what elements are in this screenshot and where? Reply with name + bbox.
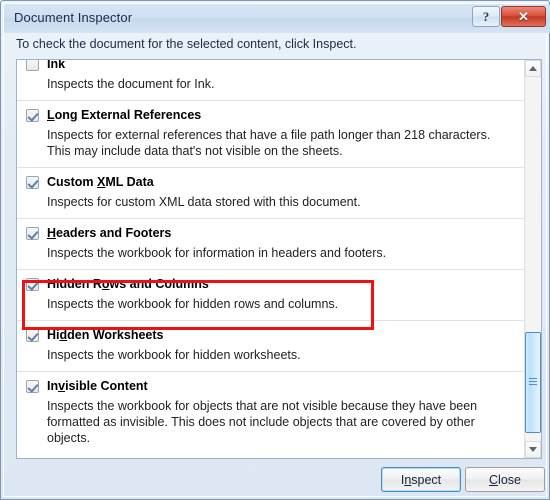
checkbox-hidden-worksheets[interactable] — [26, 329, 39, 342]
inspect-button[interactable]: In spect — [381, 467, 461, 492]
list-item-header: Hidden Rows and Columns — [26, 277, 515, 292]
close-icon[interactable]: ✕ — [501, 6, 546, 27]
checkbox-headers-and-footers[interactable] — [26, 227, 39, 240]
checkbox-hidden-rows-and-columns[interactable] — [26, 278, 39, 291]
list-item-header: Ink — [26, 60, 515, 72]
list-scroll-area: Ink Inspects the document for Ink. Long … — [17, 60, 525, 458]
list-item-description: Inspects the workbook for information in… — [47, 246, 387, 260]
title-bar: Document Inspector ? ✕ — [4, 4, 550, 33]
list-item[interactable]: Custom XML Data Inspects for custom XML … — [17, 168, 525, 219]
list-item-description: Inspects the workbook for hidden workshe… — [47, 348, 301, 362]
chevron-up-icon — [529, 66, 537, 71]
vertical-scrollbar[interactable] — [524, 60, 541, 458]
checkbox-ink[interactable] — [26, 60, 39, 71]
list-item-header: Headers and Footers — [26, 226, 515, 241]
caption-buttons: ? ✕ — [472, 6, 546, 27]
list-item-label: Custom XML Data — [47, 175, 154, 189]
document-inspector-dialog: Document Inspector ? ✕ To check the docu… — [0, 0, 550, 500]
list-item-label: Hidden Worksheets — [47, 328, 164, 342]
scroll-down-button[interactable] — [525, 441, 541, 458]
checkbox-long-external-references[interactable] — [26, 109, 39, 122]
list-item-label: Long External References — [47, 108, 202, 122]
list-item-label: Hidden Rows and Columns — [47, 277, 209, 291]
list-item-description: Inspects for external references that ha… — [47, 128, 491, 158]
checkbox-custom-xml-data[interactable] — [26, 176, 39, 189]
dialog-footer: In spect Close — [4, 460, 550, 498]
list-item[interactable]: Ink Inspects the document for Ink. — [17, 60, 525, 101]
grip-icon — [529, 378, 537, 386]
list-item-description: Inspects the document for Ink. — [47, 77, 215, 91]
help-icon[interactable]: ? — [472, 6, 500, 27]
list-item-header: Hidden Worksheets — [26, 328, 515, 343]
scrollbar-thumb[interactable] — [525, 332, 541, 433]
list-item-description: Inspects the workbook for hidden rows an… — [47, 297, 339, 311]
close-button[interactable]: Close — [465, 467, 545, 492]
list-content: Ink Inspects the document for Ink. Long … — [17, 60, 525, 454]
scroll-up-button[interactable] — [525, 60, 541, 77]
inspector-list-box: Ink Inspects the document for Ink. Long … — [16, 59, 542, 459]
instruction-text: To check the document for the selected c… — [16, 37, 357, 51]
list-item-label: Headers and Footers — [47, 226, 172, 240]
list-item[interactable]: Hidden Rows and Columns Inspects the wor… — [17, 270, 525, 321]
list-item[interactable]: Hidden Worksheets Inspects the workbook … — [17, 321, 525, 372]
list-item-header: Custom XML Data — [26, 175, 515, 190]
list-item[interactable]: Invisible Content Inspects the workbook … — [17, 372, 525, 454]
list-item-header: Long External References — [26, 108, 515, 123]
chevron-down-icon — [529, 447, 537, 452]
list-item[interactable]: Long External References Inspects for ex… — [17, 101, 525, 168]
list-item-description: Inspects for custom XML data stored with… — [47, 195, 361, 209]
list-item-header: Invisible Content — [26, 379, 515, 394]
checkbox-invisible-content[interactable] — [26, 380, 39, 393]
dialog-inner-frame: Document Inspector ? ✕ To check the docu… — [3, 3, 550, 498]
window-title: Document Inspector — [14, 10, 133, 25]
list-item-description: Inspects the workbook for objects that a… — [47, 399, 478, 445]
list-item-label: Invisible Content — [47, 379, 148, 393]
list-item-label: Ink — [47, 60, 66, 71]
list-item[interactable]: Headers and Footers Inspects the workboo… — [17, 219, 525, 270]
